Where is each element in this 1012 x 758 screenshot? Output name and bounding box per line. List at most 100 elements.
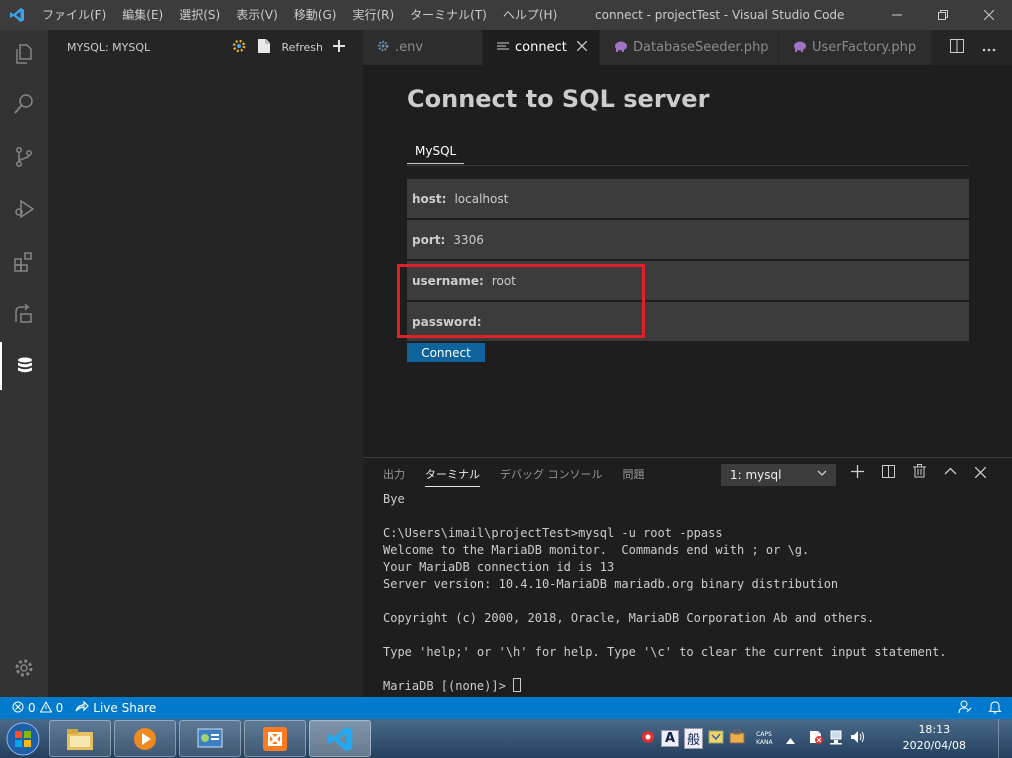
ime-toolbox-icon[interactable] <box>729 729 745 749</box>
port-field[interactable]: port: 3306 <box>407 220 969 259</box>
start-button[interactable] <box>0 719 46 758</box>
kana-label: KANA <box>756 738 773 746</box>
tab-database-seeder[interactable]: DatabaseSeeder.php <box>600 30 779 65</box>
port-value[interactable]: 3306 <box>453 233 484 247</box>
terminal-line: Server version: 10.4.10-MariaDB mariadb.… <box>383 577 839 591</box>
panel-tab-problems[interactable]: 問題 <box>623 466 645 487</box>
panel-tab-output[interactable]: 出力 <box>383 466 405 487</box>
page-title: Connect to SQL server <box>407 85 710 113</box>
menu-view[interactable]: 表示(V) <box>228 0 286 30</box>
tab-label: .env <box>395 40 424 55</box>
vscode-logo-icon <box>0 0 34 30</box>
action-center-icon[interactable] <box>808 729 824 749</box>
refresh-button[interactable]: Refresh <box>281 41 323 54</box>
terminal-output[interactable]: Bye C:\Users\imail\projectTest>mysql -u … <box>383 491 947 695</box>
terminal-line: C:\Users\imail\projectTest>mysql -u root… <box>383 526 723 540</box>
split-editor-icon[interactable] <box>950 38 964 57</box>
tab-connect[interactable]: connect <box>483 30 600 65</box>
taskbar-explorer-icon[interactable] <box>49 720 111 757</box>
ime-mode-indicator[interactable]: A <box>661 730 680 747</box>
username-label: username: <box>412 273 484 288</box>
clock[interactable]: 18:13 2020/04/08 <box>903 722 966 754</box>
volume-icon[interactable] <box>850 729 866 749</box>
taskbar-control-panel-icon[interactable] <box>179 720 241 757</box>
menu-selection[interactable]: 選択(S) <box>171 0 228 30</box>
ime-kanji-indicator[interactable]: 般 <box>684 728 704 749</box>
tray-app-icon[interactable] <box>640 729 656 749</box>
window-title: connect - projectTest - Visual Studio Co… <box>595 8 845 22</box>
mysql-settings-icon[interactable] <box>231 38 247 57</box>
tab-env[interactable]: .env <box>363 30 483 65</box>
gear-icon <box>377 40 389 55</box>
network-icon[interactable] <box>829 729 845 749</box>
menu-terminal[interactable]: ターミナル(T) <box>402 0 495 30</box>
tray-overflow-icon[interactable] <box>785 729 795 748</box>
add-connection-icon[interactable] <box>333 40 345 55</box>
remote-explorer-icon[interactable] <box>0 290 48 338</box>
explorer-icon[interactable] <box>0 30 48 78</box>
host-value[interactable]: localhost <box>454 192 508 206</box>
settings-gear-icon[interactable] <box>0 644 48 692</box>
chevron-down-icon <box>817 467 827 481</box>
extensions-icon[interactable] <box>0 238 48 286</box>
windows-taskbar: A 般 CAPS KANA 18:13 2020/04/08 <box>0 719 1012 758</box>
host-label: host: <box>412 191 447 206</box>
host-field[interactable]: host: localhost <box>407 179 969 218</box>
panel-tab-debug-console[interactable]: デバッグ コンソール <box>500 466 603 487</box>
panel-tab-terminal[interactable]: ターミナル <box>425 466 480 487</box>
menu-edit[interactable]: 編集(E) <box>114 0 171 30</box>
close-panel-icon[interactable] <box>974 464 987 482</box>
menu-file[interactable]: ファイル(F) <box>34 0 114 30</box>
terminal-select[interactable]: 1: mysql <box>721 464 836 486</box>
status-bar: 0 0 Live Share <box>0 697 1012 719</box>
new-query-icon[interactable] <box>257 38 271 57</box>
split-terminal-icon[interactable] <box>882 464 895 482</box>
warning-count: 0 <box>55 701 64 715</box>
ime-tools-icon[interactable] <box>708 729 724 749</box>
connect-button[interactable]: Connect <box>407 343 485 362</box>
problems-status[interactable]: 0 0 <box>12 700 64 716</box>
sidebar-title: MYSQL: MYSQL <box>67 41 151 54</box>
username-value[interactable]: root <box>492 274 516 288</box>
tab-label: connect <box>515 40 567 55</box>
run-debug-icon[interactable] <box>0 185 48 233</box>
database-icon[interactable] <box>0 342 48 390</box>
password-field[interactable]: password: <box>407 302 969 341</box>
title-bar: ファイル(F) 編集(E) 選択(S) 表示(V) 移動(G) 実行(R) ター… <box>0 0 1012 30</box>
tab-mysql[interactable]: MySQL <box>407 139 465 164</box>
live-share-button[interactable]: Live Share <box>75 700 156 716</box>
taskbar-xampp-icon[interactable] <box>244 720 306 757</box>
search-icon[interactable] <box>0 80 48 128</box>
more-actions-icon[interactable] <box>982 40 996 56</box>
trash-icon[interactable] <box>913 464 926 482</box>
restore-button[interactable] <box>920 0 966 30</box>
menu-go[interactable]: 移動(G) <box>286 0 345 30</box>
terminal-line: Your MariaDB connection id is 13 <box>383 560 615 574</box>
show-desktop-button[interactable] <box>998 719 1012 758</box>
error-icon <box>12 701 24 716</box>
clock-time: 18:13 <box>918 723 951 736</box>
editor-tabs: .env connect DatabaseSeeder.php UserFact… <box>363 30 1012 65</box>
feedback-person-icon[interactable] <box>958 700 972 717</box>
caps-kana-indicator: CAPS KANA <box>756 731 773 747</box>
caps-label: CAPS <box>756 730 772 738</box>
close-window-button[interactable] <box>966 0 1012 30</box>
taskbar-media-player-icon[interactable] <box>114 720 176 757</box>
taskbar-vscode-icon[interactable] <box>309 720 371 757</box>
notifications-bell-icon[interactable] <box>988 700 1002 717</box>
tab-user-factory[interactable]: UserFactory.php <box>779 30 932 65</box>
editor-area: Connect to SQL server MySQL host: localh… <box>363 65 1012 457</box>
port-label: port: <box>412 232 446 247</box>
php-elephant-icon <box>614 41 627 55</box>
terminal-prompt: MariaDB [(none)]> <box>383 679 514 693</box>
minimize-button[interactable] <box>874 0 920 30</box>
close-tab-icon[interactable] <box>576 40 588 55</box>
maximize-panel-icon[interactable] <box>944 464 957 482</box>
menu-help[interactable]: ヘルプ(H) <box>495 0 565 30</box>
menu-run[interactable]: 実行(R) <box>344 0 402 30</box>
new-terminal-icon[interactable] <box>851 464 864 482</box>
source-control-icon[interactable] <box>0 133 48 181</box>
username-field[interactable]: username: root <box>407 261 969 300</box>
